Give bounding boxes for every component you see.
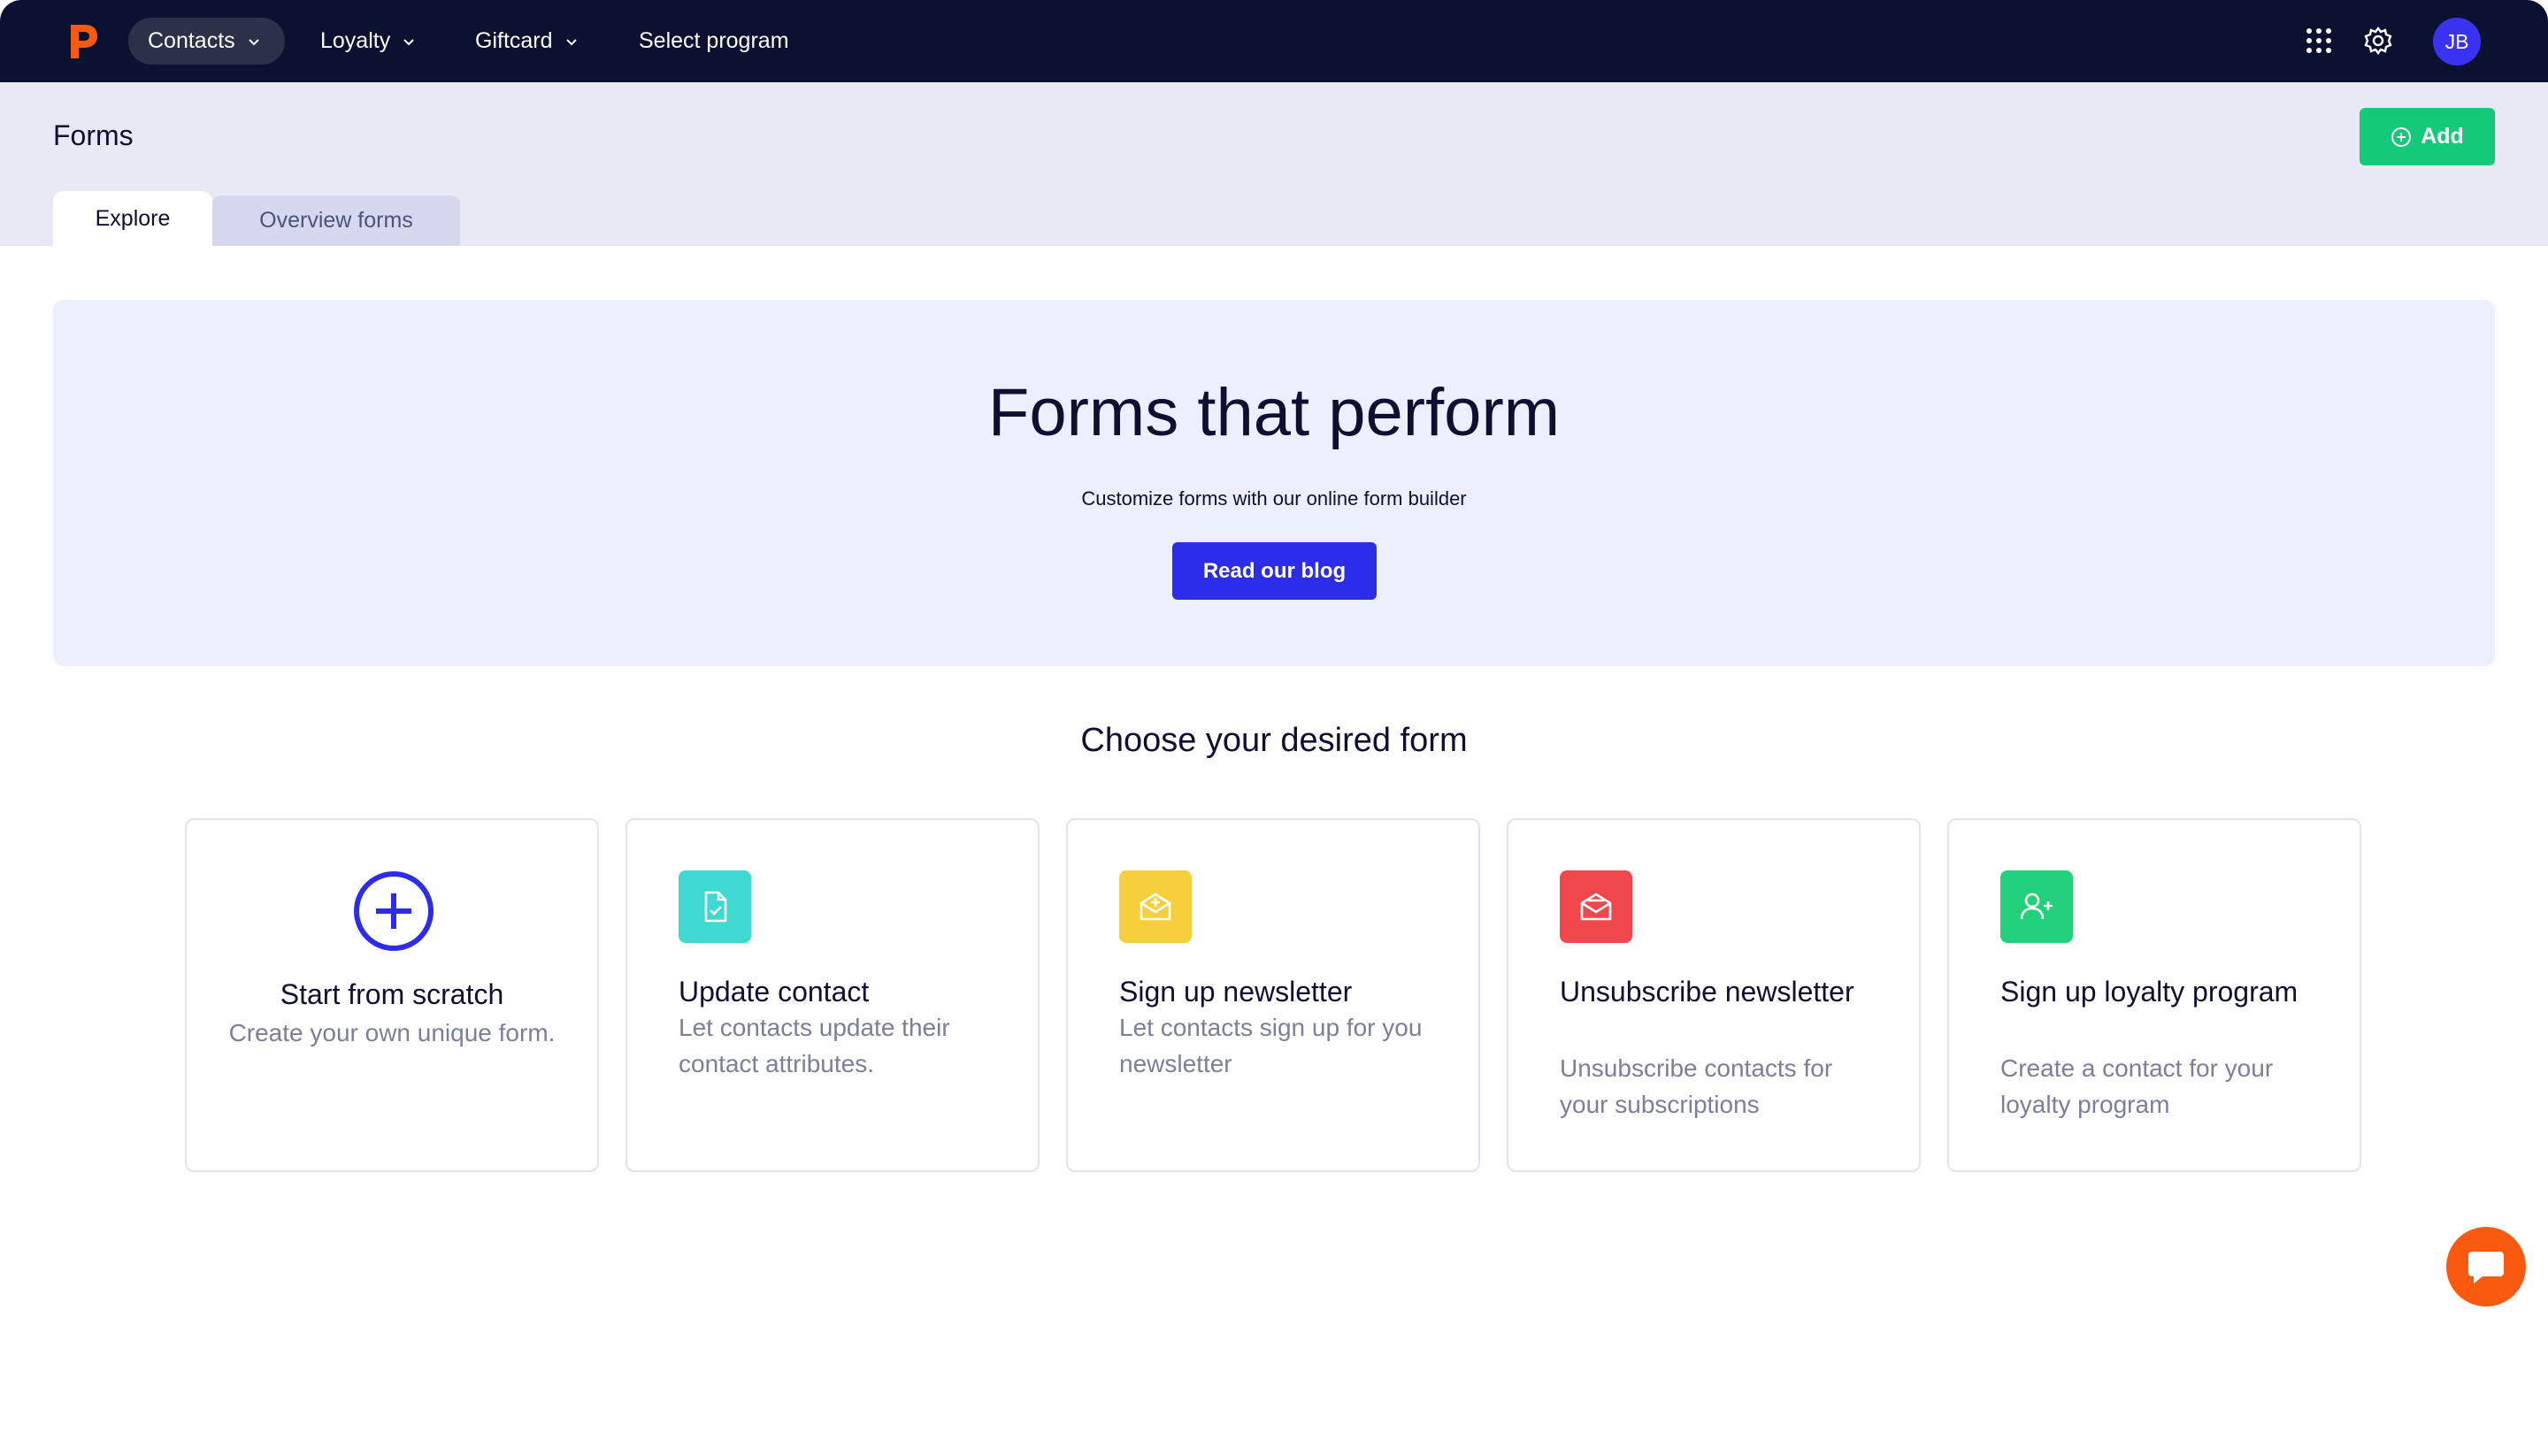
brand-logo-icon[interactable] — [65, 21, 101, 62]
tab-explore[interactable]: Explore — [53, 191, 212, 246]
card-description: Create your own unique form. — [228, 1019, 556, 1046]
card-title: Start from scratch — [280, 978, 504, 1010]
top-navigation: Contacts Loyalty Giftcard Select program… — [0, 0, 2548, 82]
card-description: Let contacts update their contact attrib… — [679, 1014, 950, 1077]
chevron-down-icon — [565, 38, 577, 45]
chat-launcher-button[interactable] — [2446, 1227, 2526, 1307]
document-check-icon — [679, 870, 751, 943]
read-blog-button[interactable]: Read our blog — [1172, 542, 1377, 600]
nav-giftcard-label: Giftcard — [475, 28, 553, 53]
form-card-unsubscribe-newsletter[interactable]: Unsubscribe newsletter Unsubscribe conta… — [1507, 818, 1921, 1172]
add-button[interactable]: Add — [2360, 108, 2495, 165]
nav-loyalty[interactable]: Loyalty — [320, 18, 417, 65]
tab-overview-forms-label: Overview forms — [259, 208, 413, 233]
card-title: Update contact — [679, 976, 870, 1008]
form-card-start-from-scratch[interactable]: Start from scratch Create your own uniqu… — [185, 818, 599, 1172]
form-card-sign-up-newsletter[interactable]: Sign up newsletter Let contacts sign up … — [1066, 818, 1480, 1172]
user-plus-icon — [2000, 870, 2073, 943]
plus-circle-icon — [353, 870, 434, 952]
card-description: Create a contact for your loyalty progra… — [2000, 1054, 2274, 1118]
nav-contacts[interactable]: Contacts — [128, 18, 285, 65]
hero-title: Forms that perform — [987, 375, 1561, 450]
card-description: Unsubscribe contacts for your subscripti… — [1560, 1054, 1833, 1118]
card-title: Sign up loyalty program — [2000, 976, 2299, 1008]
envelope-plus-icon — [1119, 870, 1192, 943]
nav-select-program-label: Select program — [639, 28, 789, 53]
section-title: Choose your desired form — [1080, 722, 1468, 759]
nav-select-program[interactable]: Select program — [639, 18, 789, 65]
tab-overview-forms[interactable]: Overview forms — [212, 195, 460, 246]
nav-loyalty-label: Loyalty — [320, 28, 391, 53]
card-description: Let contacts sign up for you newsletter — [1119, 1014, 1423, 1077]
read-blog-button-label: Read our blog — [1202, 558, 1347, 583]
avatar-initials: JB — [2444, 29, 2469, 53]
nav-giftcard[interactable]: Giftcard — [475, 18, 579, 65]
chevron-down-icon — [403, 38, 414, 45]
plus-circle-icon — [2391, 126, 2412, 147]
tab-explore-label: Explore — [95, 205, 171, 231]
add-button-label: Add — [2421, 124, 2464, 149]
card-title: Sign up newsletter — [1119, 976, 1353, 1008]
form-card-sign-up-loyalty-program[interactable]: Sign up loyalty program Create a contact… — [1947, 818, 2361, 1172]
gear-icon[interactable] — [2363, 26, 2393, 56]
hero-banner: Forms that perform Customize forms with … — [53, 300, 2495, 666]
chevron-down-icon — [248, 38, 259, 45]
avatar[interactable]: JB — [2433, 18, 2481, 65]
page-header: Forms Add Explore Overview forms — [0, 82, 2548, 246]
grid-icon[interactable] — [2306, 27, 2332, 54]
hero-subtitle: Customize forms with our online form bui… — [1081, 487, 1467, 510]
chat-bubble-icon — [2468, 1252, 2504, 1284]
nav-contacts-label: Contacts — [148, 28, 235, 53]
page-title: Forms — [53, 119, 134, 151]
envelope-open-icon — [1560, 870, 1632, 943]
form-card-update-contact[interactable]: Update contact Let contacts update their… — [625, 818, 1040, 1172]
card-title: Unsubscribe newsletter — [1560, 976, 1854, 1008]
